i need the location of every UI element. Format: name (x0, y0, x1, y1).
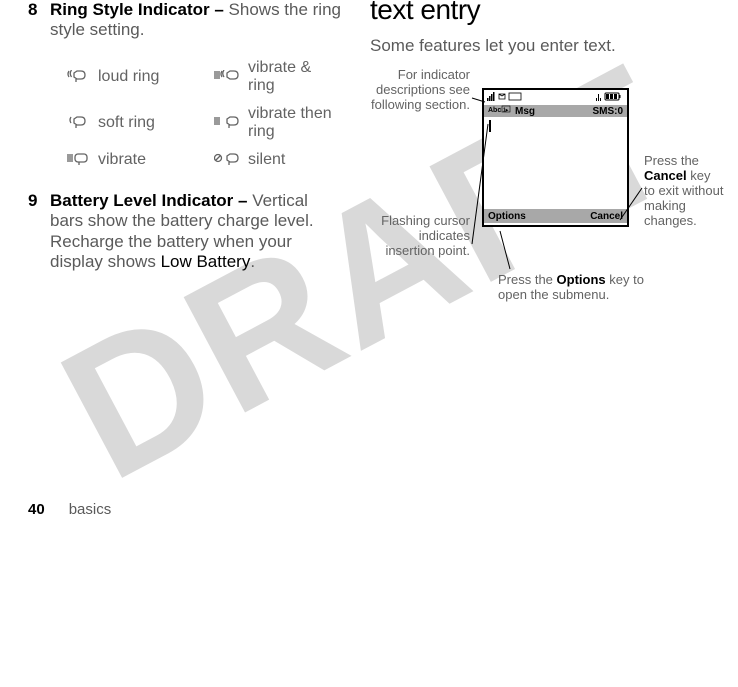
loud-ring-icon (67, 68, 93, 85)
list-item-8: 8 Ring Style Indicator – Shows the ring … (28, 0, 342, 39)
soft-ring-icon (67, 114, 93, 131)
list-item-9: 9 Battery Level Indicator – Vertical bar… (28, 191, 342, 273)
ring-label: vibrate & ring (248, 55, 340, 99)
page-number: 40 (28, 501, 45, 518)
section-heading: text entry (370, 0, 710, 26)
item-title: Battery Level Indicator – (50, 191, 252, 210)
footer-section: basics (69, 501, 112, 518)
ring-style-table: loud ring vibrate & ring soft ring vibra… (62, 53, 342, 175)
period: . (250, 252, 255, 271)
item-number: 9 (28, 191, 50, 273)
item-title: Ring Style Indicator – (50, 0, 229, 19)
section-subtext: Some features let you enter text. (370, 36, 710, 56)
silent-icon (214, 151, 242, 168)
ring-label: vibrate (98, 147, 208, 173)
vibrate-ring-icon (214, 68, 242, 85)
text-entry-diagram: Abc1▸ Msg SMS:0 Options Cancel For indic… (370, 68, 710, 358)
ring-label: soft ring (98, 101, 208, 145)
ring-label: loud ring (98, 55, 208, 99)
ring-label: silent (248, 147, 340, 173)
vibrate-icon (67, 151, 93, 168)
item-number: 8 (28, 0, 50, 39)
low-battery-text: Low Battery (161, 252, 251, 271)
page-footer: 40 basics (28, 501, 111, 518)
leader-lines (370, 68, 710, 358)
vibrate-then-ring-icon (214, 114, 242, 131)
ring-label: vibrate then ring (248, 101, 340, 145)
